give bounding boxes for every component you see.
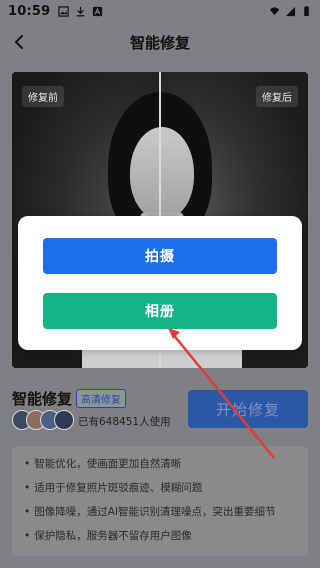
feature-name: 智能修复 [12,390,73,408]
album-button[interactable]: 相册 [43,293,277,329]
wifi-icon [269,6,280,15]
avatar [54,410,74,430]
feature-tips: 智能优化，使画面更加自然清晰 适用于修复照片斑驳痕迹、模糊问题 图像降噪，通过A… [12,446,308,556]
download-icon [77,6,85,16]
feature-info: 智能修复 高清修复 已有648451人使用 [12,388,182,434]
signal-icon [285,6,296,16]
tip-item: 保护隐私，服务器不留存用户图像 [24,528,296,543]
shoot-button[interactable]: 拍摄 [43,238,277,274]
status-time: 10:59 [8,3,51,19]
user-avatars [12,410,76,430]
status-bar: 10:59 [0,0,320,22]
usage-count: 已有648451人使用 [78,416,171,428]
source-picker-dialog: 拍摄 相册 [18,216,302,350]
status-system-icons [269,5,312,17]
nav-bar: 智能修复 [0,22,320,62]
portrait-face [130,127,194,219]
battery-icon [304,5,309,16]
page-title: 智能修复 [129,33,190,52]
tip-item: 图像降噪，通过AI智能识别清理噪点，突出重要细节 [24,504,296,519]
hd-badge: 高清修复 [76,389,126,408]
start-repair-button[interactable]: 开始修复 [188,390,308,428]
back-arrow-icon[interactable] [10,32,30,52]
status-notification-icons [58,5,103,17]
before-tag: 修复前 [22,86,64,107]
tip-item: 适用于修复照片斑驳痕迹、模糊问题 [24,480,296,495]
app-a-icon [93,6,103,16]
tip-item: 智能优化，使画面更加自然清晰 [24,456,296,471]
image-icon [58,5,70,17]
after-tag: 修复后 [256,86,298,107]
